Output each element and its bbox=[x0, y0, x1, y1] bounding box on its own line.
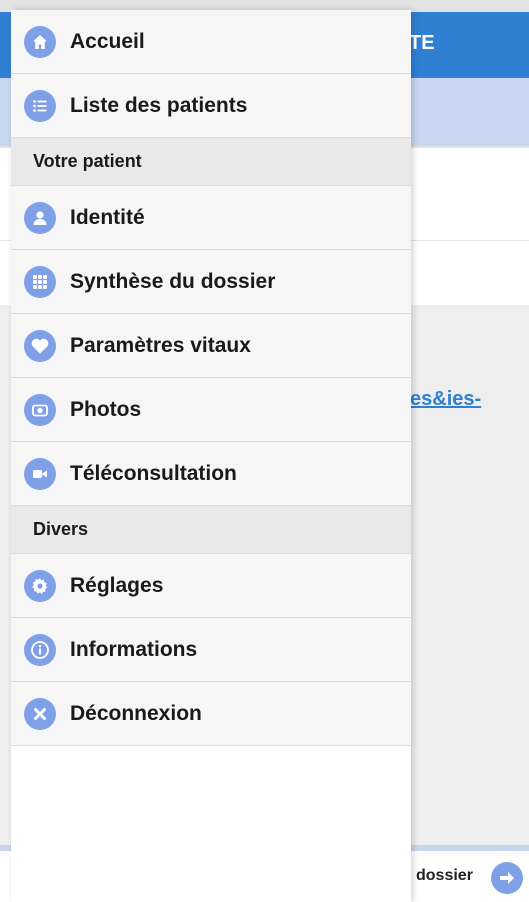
section-header-divers: Divers bbox=[11, 506, 411, 554]
list-icon bbox=[24, 89, 56, 122]
menu-item-label: Réglages bbox=[70, 573, 164, 597]
grid-icon bbox=[24, 265, 56, 298]
menu-item-parametres-vitaux[interactable]: Paramètres vitaux bbox=[11, 314, 411, 378]
video-icon bbox=[24, 457, 56, 490]
menu-item-label: Informations bbox=[70, 637, 198, 661]
menu-item-accueil[interactable]: Accueil bbox=[11, 10, 411, 74]
footer-label: dossier bbox=[416, 867, 473, 884]
menu-item-label: Paramètres vitaux bbox=[70, 333, 251, 357]
gear-icon bbox=[24, 569, 56, 602]
drawer-empty-area bbox=[11, 746, 411, 896]
section-header-patient: Votre patient bbox=[11, 138, 411, 186]
menu-item-teleconsultation[interactable]: Téléconsultation bbox=[11, 442, 411, 506]
menu-item-liste-patients[interactable]: Liste des patients bbox=[11, 74, 411, 138]
heart-icon bbox=[24, 329, 56, 362]
menu-item-reglages[interactable]: Réglages bbox=[11, 554, 411, 618]
app-title-fragment: TE bbox=[409, 32, 435, 54]
camera-icon bbox=[24, 393, 56, 426]
menu-item-synthese[interactable]: Synthèse du dossier bbox=[11, 250, 411, 314]
menu-item-label: Téléconsultation bbox=[70, 461, 237, 485]
menu-item-label: Identité bbox=[70, 205, 145, 229]
menu-item-informations[interactable]: Informations bbox=[11, 618, 411, 682]
menu-item-label: Liste des patients bbox=[70, 93, 248, 117]
menu-item-photos[interactable]: Photos bbox=[11, 378, 411, 442]
navigation-drawer: Accueil Liste des patients Votre patient… bbox=[11, 10, 411, 902]
info-icon bbox=[24, 633, 56, 666]
home-icon bbox=[24, 25, 56, 58]
person-icon bbox=[24, 201, 56, 234]
arrow-right-icon[interactable] bbox=[491, 862, 523, 894]
close-icon bbox=[24, 697, 56, 730]
menu-item-label: Déconnexion bbox=[70, 701, 202, 725]
menu-item-label: Accueil bbox=[70, 29, 145, 53]
menu-item-deconnexion[interactable]: Déconnexion bbox=[11, 682, 411, 746]
menu-item-label: Synthèse du dossier bbox=[70, 269, 276, 293]
menu-item-label: Photos bbox=[70, 397, 142, 421]
menu-item-identite[interactable]: Identité bbox=[11, 186, 411, 250]
content-link[interactable]: es&ies- bbox=[410, 388, 481, 411]
